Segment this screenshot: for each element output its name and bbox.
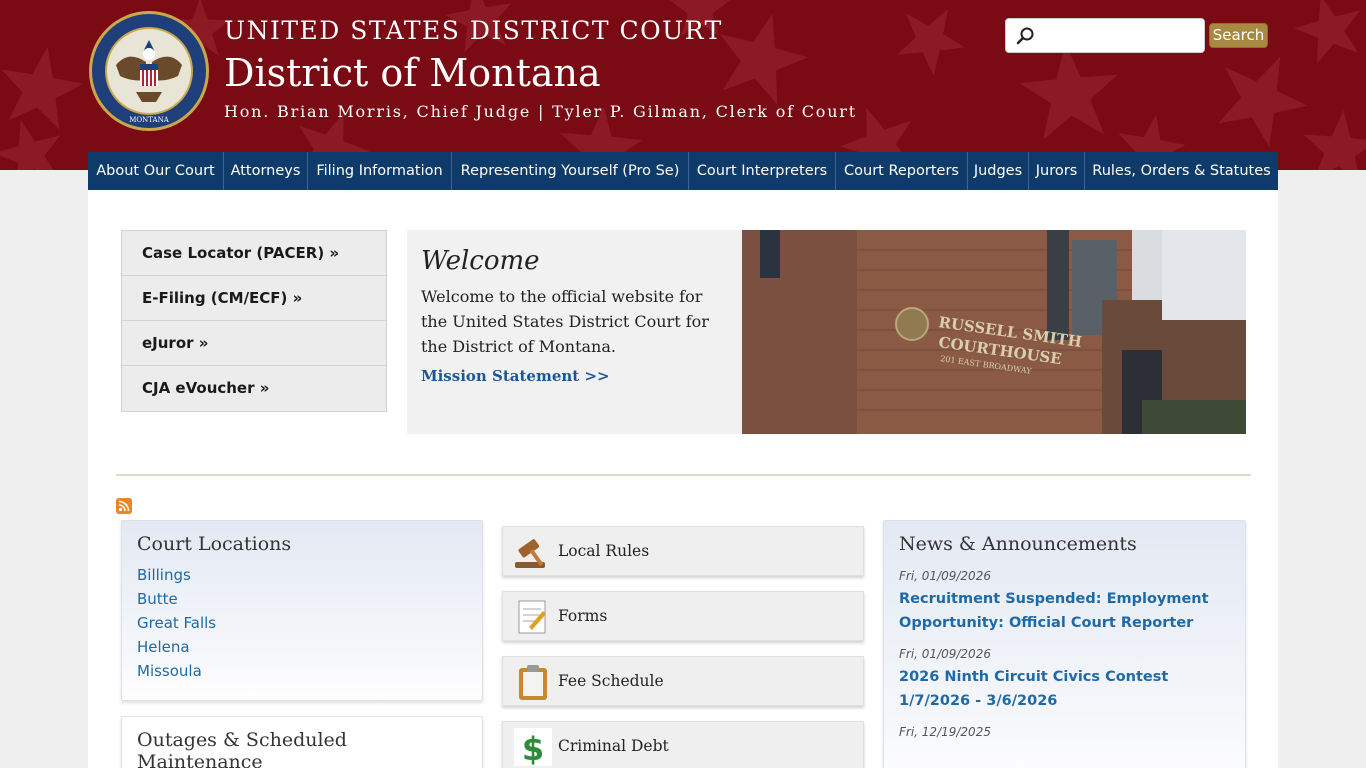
nav-about-our-court[interactable]: About Our Court <box>88 152 224 190</box>
quick-links: Case Locator (PACER) » E-Filing (CM/ECF)… <box>121 230 387 412</box>
tile-local-rules[interactable]: Local Rules <box>502 526 864 576</box>
nav-rules-orders-statutes[interactable]: Rules, Orders & Statutes <box>1085 152 1278 190</box>
location-helena[interactable]: Helena <box>137 635 467 659</box>
news-link[interactable]: 2026 Ninth Circuit Civics Contest 1/7/20… <box>899 665 1230 713</box>
clipboard-icon <box>519 665 547 700</box>
outages-panel: Outages & Scheduled Maintenance <box>121 716 483 768</box>
site-header: MONTANA UNITED STATES DISTRICT COURT Dis… <box>0 0 1366 170</box>
news-item: Fri, 12/19/2025 <box>899 725 1230 739</box>
nav-court-reporters[interactable]: Court Reporters <box>836 152 968 190</box>
news-item: Fri, 01/09/2026 2026 Ninth Circuit Civic… <box>899 647 1230 713</box>
tile-criminal-debt[interactable]: $ Criminal Debt <box>502 721 864 768</box>
welcome-text: Welcome to the official website for the … <box>421 287 709 356</box>
location-butte[interactable]: Butte <box>137 587 467 611</box>
nav-attorneys[interactable]: Attorneys <box>224 152 308 190</box>
quick-link-pacer[interactable]: Case Locator (PACER) » <box>122 231 386 276</box>
outages-title: Outages & Scheduled Maintenance <box>137 729 347 768</box>
tile-local-rules-label: Local Rules <box>558 542 650 560</box>
location-great-falls[interactable]: Great Falls <box>137 611 467 635</box>
news-title: News & Announcements <box>899 533 1137 555</box>
dollar-icon: $ <box>514 728 552 767</box>
news-link[interactable]: Recruitment Suspended: Employment Opport… <box>899 587 1230 635</box>
quick-link-cja-evoucher[interactable]: CJA eVoucher » <box>122 366 386 411</box>
courthouse-photo: RUSSELL SMITH COURTHOUSE 201 EAST BROADW… <box>742 230 1246 434</box>
judge-clerk-line: Hon. Brian Morris, Chief Judge | Tyler P… <box>224 102 857 121</box>
tile-fee-schedule[interactable]: Fee Schedule <box>502 656 864 706</box>
location-missoula[interactable]: Missoula <box>137 659 467 683</box>
court-seal-logo[interactable]: MONTANA <box>88 10 210 132</box>
news-panel: News & Announcements Fri, 01/09/2026 Rec… <box>883 520 1246 768</box>
news-date: Fri, 01/09/2026 <box>899 647 991 661</box>
gavel-icon <box>515 539 545 568</box>
nav-filing-information[interactable]: Filing Information <box>308 152 452 190</box>
quick-link-ejuror[interactable]: eJuror » <box>122 321 386 366</box>
svg-text:MONTANA: MONTANA <box>129 116 169 124</box>
search-button[interactable]: Search <box>1209 23 1268 48</box>
court-locations-list: Billings Butte Great Falls Helena Missou… <box>137 563 467 683</box>
main-nav: About Our Court Attorneys Filing Informa… <box>88 152 1278 190</box>
court-district-name[interactable]: District of Montana <box>224 51 601 95</box>
rss-icon[interactable] <box>116 498 132 514</box>
court-system-title: UNITED STATES DISTRICT COURT <box>224 16 723 45</box>
tile-forms-label: Forms <box>558 607 608 625</box>
section-divider <box>116 474 1251 476</box>
tile-forms[interactable]: Forms <box>502 591 864 641</box>
search-box <box>1005 18 1205 53</box>
tile-criminal-debt-label: Criminal Debt <box>558 737 669 755</box>
court-locations-title: Court Locations <box>137 533 292 555</box>
nav-court-interpreters[interactable]: Court Interpreters <box>689 152 836 190</box>
court-locations-panel: Court Locations Billings Butte Great Fal… <box>121 520 483 701</box>
welcome-title: Welcome <box>421 246 540 276</box>
mission-statement-link[interactable]: Mission Statement >> <box>421 367 728 385</box>
nav-representing-yourself[interactable]: Representing Yourself (Pro Se) <box>452 152 689 190</box>
tile-fee-schedule-label: Fee Schedule <box>558 672 664 690</box>
nav-jurors[interactable]: Jurors <box>1029 152 1085 190</box>
search-icon <box>1016 27 1034 45</box>
location-billings[interactable]: Billings <box>137 563 467 587</box>
news-date: Fri, 01/09/2026 <box>899 569 991 583</box>
nav-judges[interactable]: Judges <box>968 152 1029 190</box>
form-icon <box>518 600 546 634</box>
welcome-panel: Welcome Welcome to the official website … <box>407 230 742 434</box>
svg-text:$: $ <box>522 730 544 767</box>
quick-link-cm-ecf[interactable]: E-Filing (CM/ECF) » <box>122 276 386 321</box>
search-input[interactable] <box>1042 23 1200 48</box>
news-date: Fri, 12/19/2025 <box>899 725 991 739</box>
news-item: Fri, 01/09/2026 Recruitment Suspended: E… <box>899 569 1230 635</box>
